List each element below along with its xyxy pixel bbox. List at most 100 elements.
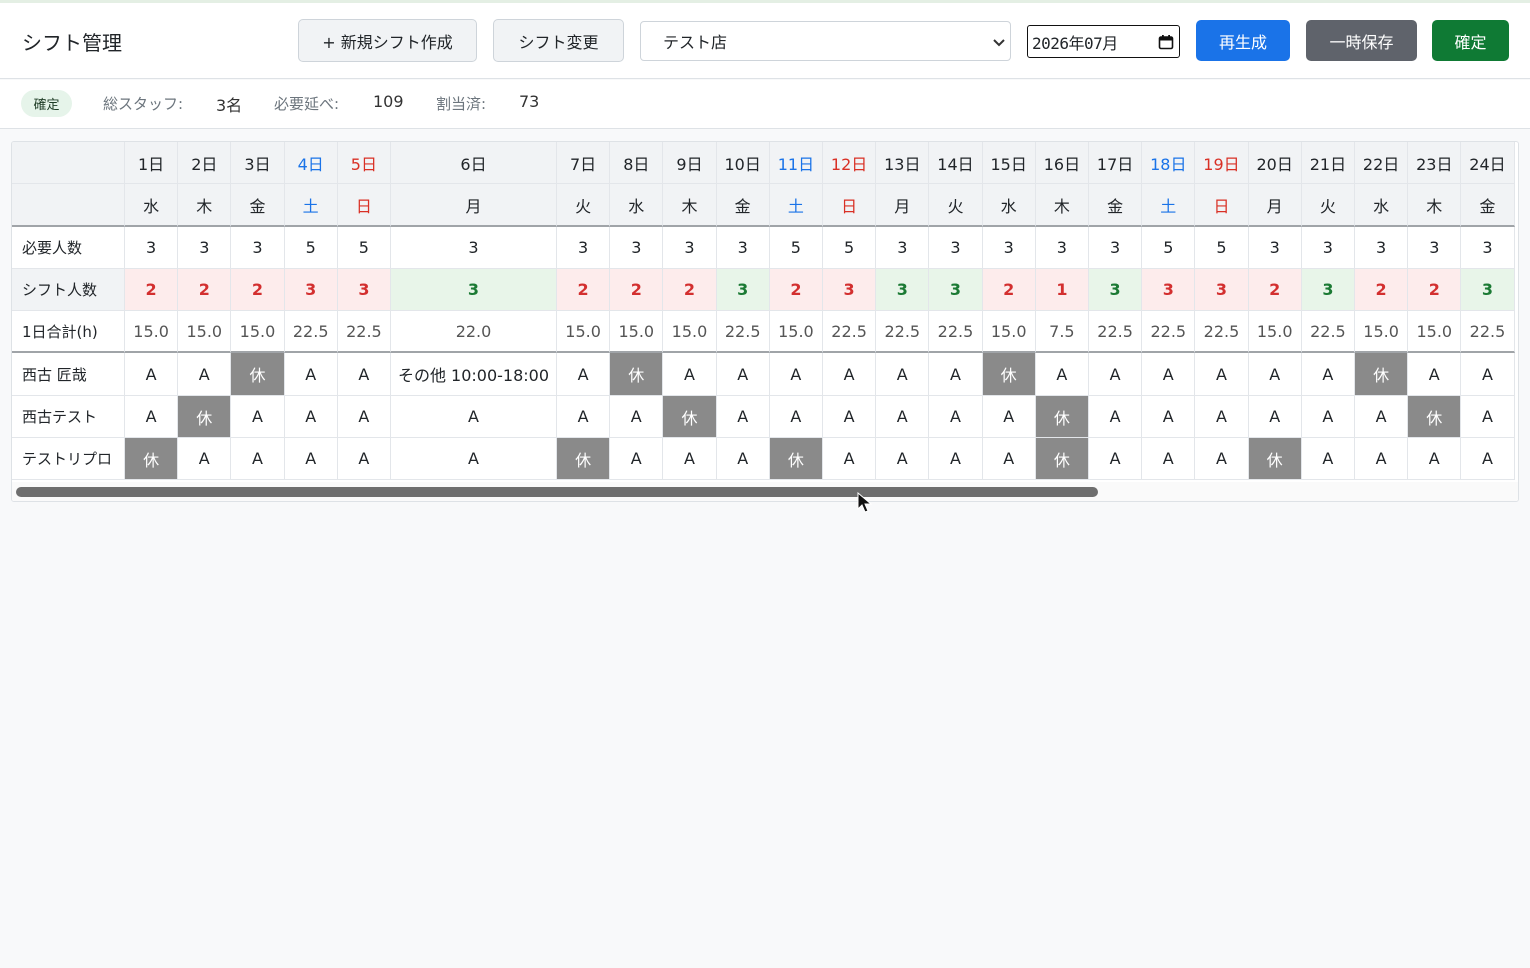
shift-cell[interactable]: A — [1195, 396, 1249, 438]
date-header: 3日 — [231, 142, 285, 184]
shift-cell[interactable]: A — [929, 353, 983, 396]
shift-count: 3 — [1461, 269, 1515, 311]
shift-cell[interactable]: A — [1142, 353, 1196, 396]
shift-cell[interactable]: A — [663, 438, 717, 480]
weekday-header: 日 — [1195, 184, 1249, 227]
shift-cell[interactable]: A — [178, 438, 232, 480]
shift-cell[interactable]: A — [1089, 438, 1143, 480]
shift-cell[interactable]: その他 10:00-18:00 — [391, 353, 557, 396]
shift-cell[interactable]: 休 — [1408, 396, 1462, 438]
regenerate-button[interactable]: 再生成 — [1196, 20, 1290, 61]
shift-cell[interactable]: 休 — [1035, 396, 1089, 438]
shift-cell[interactable]: A — [929, 396, 983, 438]
date-header: 15日 — [982, 142, 1036, 184]
shift-count: 2 — [610, 269, 664, 311]
shift-cell[interactable]: 休 — [982, 353, 1036, 396]
shift-cell[interactable]: A — [557, 396, 611, 438]
shift-cell[interactable]: A — [876, 396, 930, 438]
shift-cell[interactable]: A — [769, 396, 823, 438]
shift-cell[interactable]: A — [876, 438, 930, 480]
temp-save-button[interactable]: 一時保存 — [1306, 20, 1417, 61]
shift-cell[interactable]: A — [769, 353, 823, 396]
shift-cell[interactable]: A — [1248, 353, 1302, 396]
required-count: 3 — [391, 227, 557, 269]
shift-cell[interactable]: A — [337, 438, 391, 480]
shift-cell[interactable]: A — [284, 396, 338, 438]
required-count: 3 — [178, 227, 232, 269]
shift-cell[interactable]: A — [1301, 353, 1355, 396]
shift-cell[interactable]: A — [231, 438, 285, 480]
shift-grid[interactable]: 1日 2日 3日 4日 5日 6日 7日 8日 9日 10日 11日 12日 13日 14日 15日 16日 1… — [11, 141, 1519, 502]
shift-cell[interactable]: 休 — [1248, 438, 1302, 480]
shift-cell[interactable]: A — [876, 353, 930, 396]
shift-cell[interactable]: 休 — [1035, 438, 1089, 480]
shift-cell[interactable]: 休 — [610, 353, 664, 396]
shift-cell[interactable]: A — [716, 396, 770, 438]
shift-cell[interactable]: A — [823, 353, 877, 396]
shift-cell[interactable]: A — [1248, 396, 1302, 438]
shift-cell[interactable]: A — [1355, 396, 1409, 438]
shift-cell[interactable]: A — [284, 438, 338, 480]
shift-cell[interactable]: A — [716, 438, 770, 480]
shift-cell[interactable]: A — [823, 396, 877, 438]
confirm-button[interactable]: 確定 — [1432, 20, 1509, 61]
shift-cell[interactable]: A — [125, 353, 179, 396]
horizontal-scrollbar[interactable] — [12, 482, 1518, 501]
shift-cell[interactable]: A — [1089, 353, 1143, 396]
shift-cell[interactable]: A — [1195, 353, 1249, 396]
shift-cell[interactable]: A — [391, 438, 557, 480]
shift-cell[interactable]: A — [1461, 353, 1515, 396]
shift-cell[interactable]: A — [982, 438, 1036, 480]
shift-cell[interactable]: A — [716, 353, 770, 396]
shift-count: 2 — [125, 269, 179, 311]
shift-cell[interactable]: A — [610, 396, 664, 438]
shift-cell[interactable]: 休 — [769, 438, 823, 480]
scrollbar-thumb[interactable] — [16, 487, 1098, 497]
shift-cell[interactable]: A — [391, 396, 557, 438]
shift-cell[interactable]: A — [1142, 396, 1196, 438]
shift-cell[interactable]: 休 — [663, 396, 717, 438]
new-shift-button[interactable]: + 新規シフト作成 — [298, 19, 477, 62]
shift-cell[interactable]: A — [1408, 438, 1462, 480]
shift-cell[interactable]: A — [1089, 396, 1143, 438]
shift-cell[interactable]: A — [823, 438, 877, 480]
shift-cell[interactable]: A — [1355, 438, 1409, 480]
shift-cell[interactable]: A — [557, 353, 611, 396]
shift-cell[interactable]: 休 — [1355, 353, 1409, 396]
shift-cell[interactable]: A — [1035, 353, 1089, 396]
shift-cell[interactable]: A — [1301, 396, 1355, 438]
shift-cell[interactable]: A — [284, 353, 338, 396]
daily-hours: 15.0 — [125, 311, 179, 353]
shift-cell[interactable]: A — [1461, 396, 1515, 438]
shift-cell[interactable]: A — [1301, 438, 1355, 480]
shift-cell[interactable]: A — [125, 396, 179, 438]
shift-cell[interactable]: A — [337, 396, 391, 438]
shift-cell[interactable]: 休 — [125, 438, 179, 480]
shift-cell[interactable]: 休 — [231, 353, 285, 396]
shift-cell[interactable]: A — [231, 396, 285, 438]
shift-cell[interactable]: A — [1408, 353, 1462, 396]
shift-count: 3 — [1089, 269, 1143, 311]
month-input[interactable]: 2026年07月 — [1027, 25, 1180, 58]
shift-cell[interactable]: A — [929, 438, 983, 480]
shift-cell[interactable]: A — [663, 353, 717, 396]
shift-cell[interactable]: 休 — [178, 396, 232, 438]
shift-cell[interactable]: A — [1142, 438, 1196, 480]
calendar-icon[interactable] — [1158, 34, 1174, 50]
shift-cell[interactable]: A — [610, 438, 664, 480]
store-select[interactable]: テスト店 — [640, 21, 1011, 61]
shift-cell[interactable]: A — [337, 353, 391, 396]
date-header: 14日 — [929, 142, 983, 184]
shift-cell[interactable]: A — [1461, 438, 1515, 480]
date-header: 17日 — [1089, 142, 1143, 184]
required-label: 必要延べ: — [274, 95, 340, 113]
change-shift-button[interactable]: シフト変更 — [493, 19, 624, 62]
shift-cell[interactable]: A — [982, 396, 1036, 438]
shift-cell[interactable]: 休 — [557, 438, 611, 480]
weekday-header: 水 — [1355, 184, 1409, 227]
daily-hours: 15.0 — [231, 311, 285, 353]
shift-count: 3 — [337, 269, 391, 311]
shift-cell[interactable]: A — [178, 353, 232, 396]
grid-row-hours: 1日合計(h) 15.0 15.0 15.0 22.5 22.5 22.0 15.0 15.0 1… — [12, 311, 1515, 353]
shift-cell[interactable]: A — [1195, 438, 1249, 480]
